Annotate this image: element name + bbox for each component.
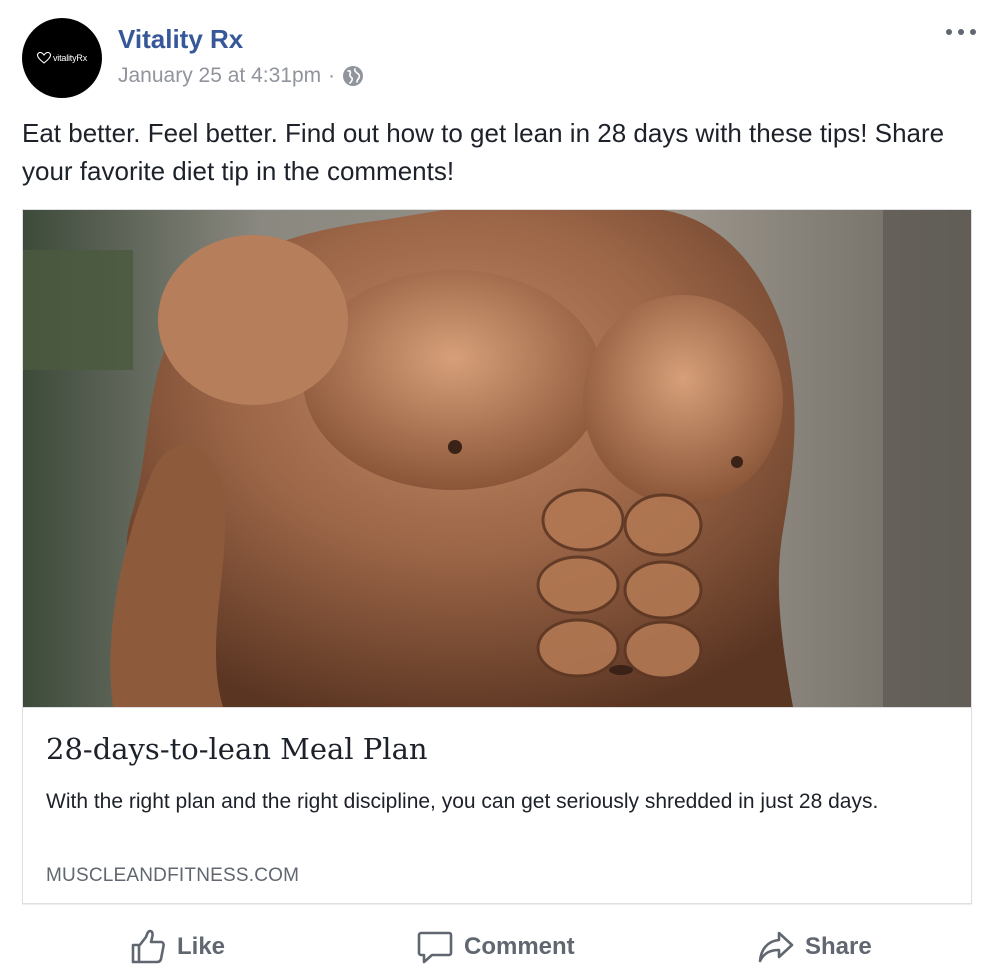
thumbs-up-icon (129, 928, 167, 966)
link-preview-image[interactable] (23, 210, 971, 707)
avatar-logo-text: vitalityRx (52, 53, 87, 63)
share-arrow-icon (757, 928, 795, 966)
like-button[interactable]: Like (129, 926, 225, 968)
heart-logo-icon (36, 52, 51, 64)
post-timestamp[interactable]: January 25 at 4:31pm (118, 64, 321, 88)
page-avatar[interactable]: vitalityRx (22, 18, 102, 98)
like-label: Like (177, 933, 226, 960)
vitality-rx-logo: vitalityRx (36, 52, 87, 64)
post-actions-bar: Like Comment Share (22, 918, 972, 976)
share-button[interactable]: Share (757, 926, 872, 968)
link-description: With the right plan and the right discip… (46, 790, 879, 813)
comment-label: Comment (464, 933, 575, 960)
link-preview-body[interactable]: 28-days-to-lean Meal Plan With the right… (23, 707, 971, 903)
comment-icon (416, 928, 454, 966)
link-title[interactable]: 28-days-to-lean Meal Plan (46, 732, 428, 766)
meta-separator: · (328, 64, 336, 87)
globe-icon[interactable] (342, 65, 364, 87)
link-preview-card[interactable]: 28-days-to-lean Meal Plan With the right… (22, 209, 972, 904)
facebook-post: vitalityRx Vitality Rx January 25 at 4:3… (0, 0, 994, 980)
post-meta: January 25 at 4:31pm · (118, 64, 364, 88)
post-text: Eat better. Feel better. Find out how to… (22, 118, 945, 186)
page-name-link[interactable]: Vitality Rx (118, 24, 243, 55)
link-domain: MUSCLEANDFITNESS.COM (46, 865, 300, 886)
more-options-icon[interactable] (946, 22, 976, 42)
comment-button[interactable]: Comment (416, 926, 575, 968)
share-label: Share (805, 933, 872, 960)
